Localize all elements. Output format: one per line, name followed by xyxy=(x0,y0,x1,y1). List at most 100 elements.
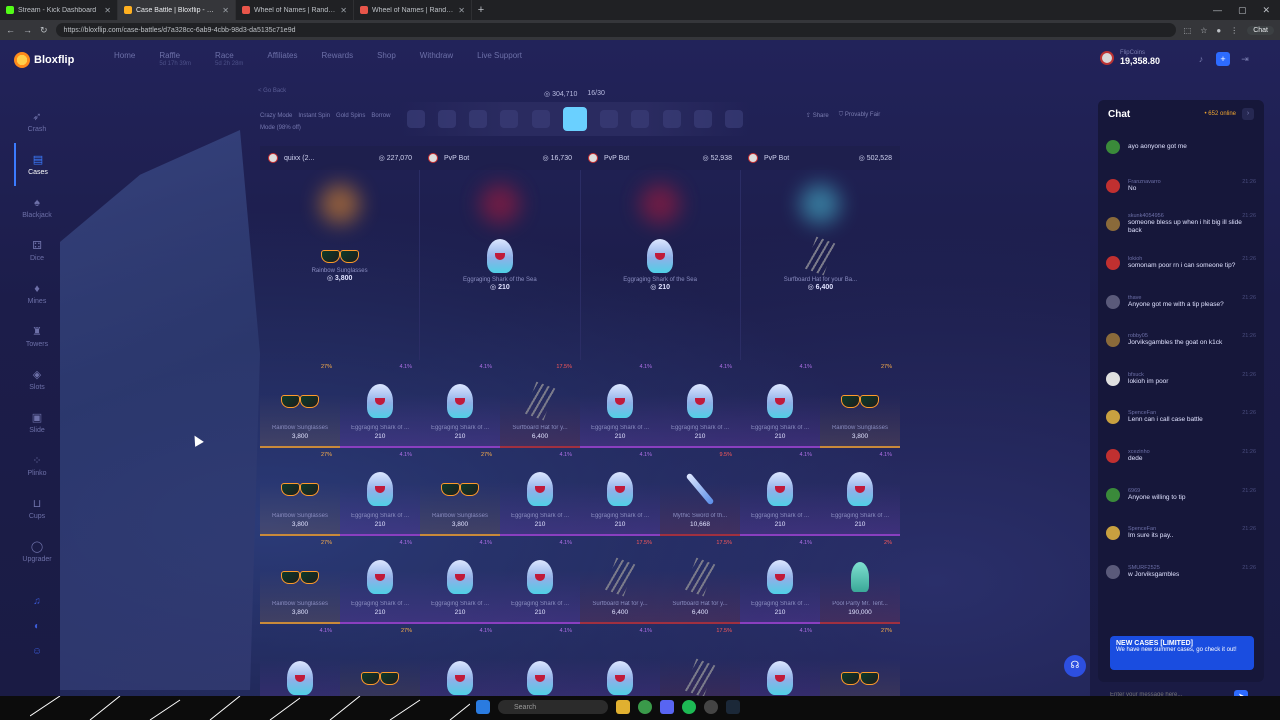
player-slot[interactable]: PvP Bot ◎ 16,730 xyxy=(420,146,580,170)
avatar[interactable] xyxy=(1106,449,1120,464)
sidebar-item-slide[interactable]: ▣ Slide xyxy=(14,401,60,444)
close-window-icon[interactable]: ✕ xyxy=(1262,5,1270,16)
bookmark-star-icon[interactable]: ☆ xyxy=(1200,26,1207,35)
history-item[interactable]: 27% xyxy=(820,624,900,696)
player-slot[interactable]: PvP Bot ◎ 502,528 xyxy=(740,146,900,170)
discord-icon[interactable]: ☺ xyxy=(32,646,42,657)
sidebar-item-upgrader[interactable]: ◯ Upgrader xyxy=(14,530,60,573)
history-item[interactable]: 17.5% xyxy=(660,624,740,696)
history-item[interactable]: 27% Rainbow Sunglasses 3,800 xyxy=(260,360,340,448)
sidebar-item-towers[interactable]: ♜ Towers xyxy=(14,315,60,358)
avatar[interactable] xyxy=(1106,410,1120,425)
spotify-icon[interactable] xyxy=(682,700,696,714)
history-item[interactable]: 4.1% Eggraging Shark of ... 210 xyxy=(660,360,740,448)
avatar[interactable] xyxy=(1106,140,1120,155)
browser-chat-button[interactable]: Chat xyxy=(1247,25,1274,35)
history-item[interactable]: 4.1% Eggraging Shark of ... 210 xyxy=(580,360,660,448)
avatar[interactable] xyxy=(1106,333,1120,348)
sidebar-item-blackjack[interactable]: ♠ Blackjack xyxy=(14,186,60,229)
windows-start-icon[interactable] xyxy=(476,700,490,714)
history-item[interactable]: 4.1% xyxy=(740,624,820,696)
tab-close-icon[interactable]: ✕ xyxy=(458,6,465,15)
new-tab-button[interactable]: + xyxy=(472,4,490,16)
url-field[interactable]: https://bloxflip.com/case-battles/d7a328… xyxy=(55,23,1176,37)
promo-banner[interactable]: NEW CASES [LIMITED] We have new summer c… xyxy=(1110,636,1254,670)
sidebar-item-crash[interactable]: ➶ Crash xyxy=(14,100,60,143)
chat-message-input[interactable] xyxy=(1110,688,1250,696)
discord-taskbar-icon[interactable] xyxy=(660,700,674,714)
tab-close-icon[interactable]: ✕ xyxy=(104,6,111,15)
history-item[interactable]: 4.1% Eggraging Shark of ... 210 xyxy=(340,448,420,536)
history-item[interactable]: 4.1% Eggraging Shark of ... 210 xyxy=(740,448,820,536)
history-item[interactable]: 4.1% Eggraging Shark of ... 210 xyxy=(340,360,420,448)
sidebar-item-cases[interactable]: ▤ Cases xyxy=(14,143,60,186)
tab-close-icon[interactable]: ✕ xyxy=(222,6,229,15)
sidebar-item-plinko[interactable]: ⁘ Plinko xyxy=(14,444,60,487)
back-arrow-icon[interactable]: ← xyxy=(6,25,15,35)
history-item[interactable]: 4.1% xyxy=(420,624,500,696)
microphone-icon[interactable]: ♫ xyxy=(33,596,41,607)
history-item[interactable]: 27% Rainbow Sunglasses 3,800 xyxy=(820,360,900,448)
avatar[interactable] xyxy=(1106,217,1120,232)
tab-close-icon[interactable]: ✕ xyxy=(340,6,347,15)
nav-link-live-support[interactable]: Live Support xyxy=(465,51,534,69)
logout-icon[interactable]: ⇥ xyxy=(1238,52,1252,66)
history-item[interactable]: 4.1% Eggraging Shark of ... 210 xyxy=(420,360,500,448)
history-item[interactable]: 27% xyxy=(340,624,420,696)
avatar[interactable] xyxy=(1106,526,1120,541)
history-item[interactable]: 4.1% Eggraging Shark of ... 210 xyxy=(420,536,500,624)
file-explorer-icon[interactable] xyxy=(616,700,630,714)
provably-fair-button[interactable]: ⛉ Provably Fair xyxy=(839,112,881,119)
chat-username[interactable]: 6969 xyxy=(1128,488,1140,494)
history-item[interactable]: 17.5% Surfboard Hat for y... 6,400 xyxy=(580,536,660,624)
history-item[interactable]: 17.5% Surfboard Hat for y... 6,400 xyxy=(500,360,580,448)
minimize-icon[interactable]: — xyxy=(1213,5,1222,16)
nav-link-home[interactable]: Home xyxy=(102,51,147,69)
avatar[interactable] xyxy=(1106,564,1120,579)
history-item[interactable]: 4.1% Eggraging Shark of ... 210 xyxy=(580,448,660,536)
history-item[interactable]: 4.1% Eggraging Shark of ... 210 xyxy=(340,536,420,624)
nav-link-affiliates[interactable]: Affiliates xyxy=(255,51,309,69)
sidebar-item-slots[interactable]: ◈ Slots xyxy=(14,358,60,401)
maximize-icon[interactable]: ▢ xyxy=(1238,5,1247,16)
history-item[interactable]: 27% Rainbow Sunglasses 3,800 xyxy=(260,536,340,624)
go-back-link[interactable]: < Go Back xyxy=(258,88,286,94)
extension-icon[interactable]: ⬚ xyxy=(1184,26,1192,35)
nav-link-rewards[interactable]: Rewards xyxy=(310,51,366,69)
nav-link-raffle[interactable]: Raffle 5d 17h 39m xyxy=(147,51,203,69)
history-item[interactable]: 4.1% Eggraging Shark of ... 210 xyxy=(820,448,900,536)
history-item[interactable]: 4.1% Eggraging Shark of ... 210 xyxy=(740,360,820,448)
chat-username[interactable]: bfsuck xyxy=(1128,372,1144,378)
avatar[interactable] xyxy=(1106,487,1120,502)
history-item[interactable]: 4.1% Eggraging Shark of ... 210 xyxy=(740,536,820,624)
share-button[interactable]: ⇪ Share xyxy=(806,112,829,119)
browser-tab[interactable]: Wheel of Names | Random name...✕ xyxy=(354,0,472,20)
bloxflip-logo[interactable]: Bloxflip xyxy=(14,52,102,68)
menu-dots-icon[interactable]: ⋮ xyxy=(1230,26,1238,35)
chat-username[interactable]: thave xyxy=(1128,295,1141,301)
avatar[interactable] xyxy=(1106,371,1120,386)
history-item[interactable]: 9.5% Mythic Sword of th... 10,668 xyxy=(660,448,740,536)
taskbar-search[interactable]: Search xyxy=(498,700,608,714)
browser-tab[interactable]: Wheel of Names | Random name...✕ xyxy=(236,0,354,20)
steam-icon[interactable] xyxy=(726,700,740,714)
obs-icon[interactable] xyxy=(704,700,718,714)
collapse-chat-icon[interactable]: › xyxy=(1242,108,1254,120)
history-item[interactable]: 4.1% Eggraging Shark of ... 210 xyxy=(500,536,580,624)
chat-username[interactable]: SMURF2525 xyxy=(1128,565,1160,571)
history-item[interactable]: 27% Rainbow Sunglasses 3,800 xyxy=(260,448,340,536)
support-button[interactable]: ☊ xyxy=(1064,655,1086,677)
avatar[interactable] xyxy=(1106,294,1120,309)
history-item[interactable]: 4.1% xyxy=(260,624,340,696)
browser-tab[interactable]: Case Battle | Bloxflip - R$ Sc... ✕ xyxy=(118,0,236,20)
reload-icon[interactable]: ↻ xyxy=(40,25,48,36)
history-item[interactable]: 27% Rainbow Sunglasses 3,800 xyxy=(420,448,500,536)
history-item[interactable]: 4.1% xyxy=(580,624,660,696)
deposit-plus-button[interactable]: + xyxy=(1216,52,1230,66)
browser-tab[interactable]: Stream - Kick Dashboard ✕ xyxy=(0,0,118,20)
avatar[interactable] xyxy=(1106,256,1120,271)
nav-link-withdraw[interactable]: Withdraw xyxy=(408,51,465,69)
widgets-icon[interactable] xyxy=(0,696,30,720)
history-item[interactable]: 17.5% Surfboard Hat for y... 6,400 xyxy=(660,536,740,624)
avatar[interactable] xyxy=(1106,178,1120,193)
